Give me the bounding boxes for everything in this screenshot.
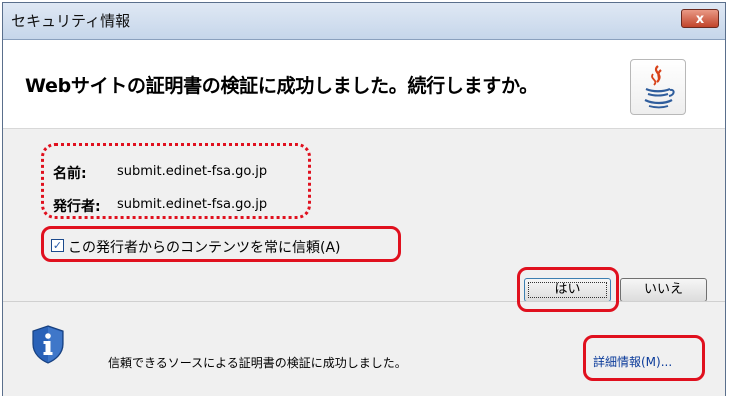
footer-message: 信頼できるソースによる証明書の検証に成功しました。: [108, 356, 407, 370]
close-icon: x: [695, 12, 705, 27]
name-label: 名前:: [53, 166, 87, 182]
yes-button[interactable]: はい: [524, 278, 611, 302]
java-coffee-icon: [630, 59, 686, 115]
focus-ring: [528, 282, 607, 298]
publisher-value: submit.edinet-fsa.go.jp: [117, 197, 268, 212]
close-button[interactable]: x: [681, 9, 719, 28]
more-info-link[interactable]: 詳細情報(M)...: [593, 353, 672, 370]
publisher-label: 発行者:: [53, 199, 101, 215]
name-value: submit.edinet-fsa.go.jp: [117, 164, 268, 179]
always-trust-checkbox[interactable]: ✓: [51, 239, 64, 252]
dialog-footer: 信頼できるソースによる証明書の検証に成功しました。 詳細情報(M)...: [3, 301, 725, 396]
no-button[interactable]: いいえ: [620, 278, 707, 302]
title-bar: セキュリティ情報 x: [3, 3, 725, 40]
always-trust-label: この発行者からのコンテンツを常に信頼(A): [68, 240, 341, 256]
info-shield-icon: [31, 324, 65, 364]
headline: Webサイトの証明書の検証に成功しました。続行しますか。: [25, 75, 538, 97]
window-title: セキュリティ情報: [11, 12, 131, 30]
security-info-dialog: セキュリティ情報 x Webサイトの証明書の検証に成功しました。続行しますか。 …: [2, 2, 726, 396]
certificate-details: 名前: submit.edinet-fsa.go.jp 発行者: submit.…: [3, 129, 725, 299]
dialog-header: Webサイトの証明書の検証に成功しました。続行しますか。: [3, 40, 725, 129]
no-button-label: いいえ: [643, 282, 683, 297]
